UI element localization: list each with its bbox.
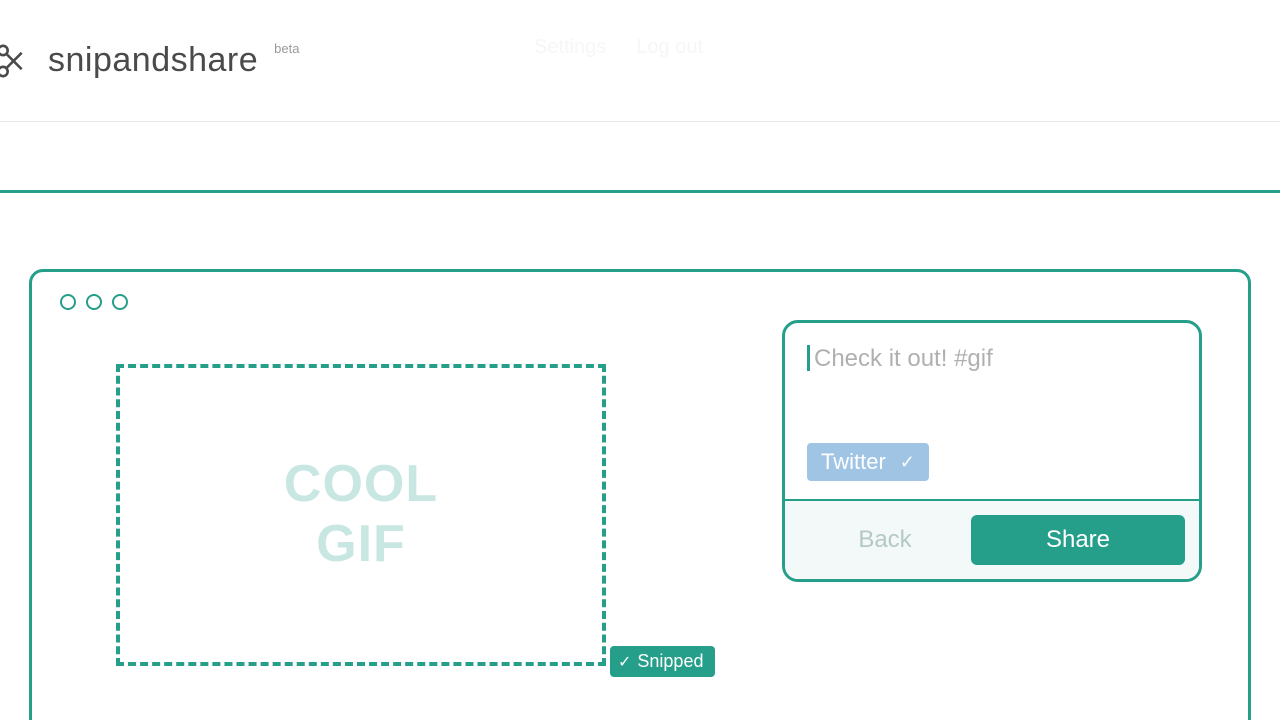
share-panel-body: Check it out! #gif Twitter ✓ [785,323,1199,499]
brand-name: snipandshare [48,41,258,80]
nav-settings[interactable]: Settings [534,36,606,59]
window-controls [32,272,1248,310]
snipped-label: Snipped [637,651,703,672]
snip-placeholder-text: COOL GIF [284,455,438,575]
back-button[interactable]: Back [799,526,971,554]
caption-placeholder: Check it out! #gif [814,345,993,372]
twitter-chip-label: Twitter [821,449,886,475]
check-icon: ✓ [618,652,631,672]
share-panel: Check it out! #gif Twitter ✓ Back Share [782,320,1202,582]
twitter-destination-chip[interactable]: Twitter ✓ [807,443,929,481]
caption-input[interactable]: Check it out! #gif [807,345,1177,405]
nav-logout[interactable]: Log out [636,36,703,59]
scissors-icon [0,43,24,79]
brand-block: snipandshare beta [0,41,299,80]
snip-line-1: COOL [284,455,438,513]
window-dot [112,294,128,310]
browser-window: COOL GIF ✓ Snipped Check it out! #gif Tw… [29,269,1251,720]
app-header: snipandshare beta Settings Log out [0,0,1280,122]
snipped-status-badge: ✓ Snipped [610,646,715,677]
header-nav: Settings Log out [534,36,703,59]
beta-badge: beta [274,41,299,56]
check-icon: ✓ [900,452,915,473]
snip-selection-region[interactable]: COOL GIF [116,364,606,666]
share-button[interactable]: Share [971,515,1185,565]
snip-line-2: GIF [316,515,406,573]
window-dot [86,294,102,310]
text-cursor [807,345,810,371]
share-panel-footer: Back Share [785,499,1199,579]
window-dot [60,294,76,310]
section-divider [0,190,1280,193]
